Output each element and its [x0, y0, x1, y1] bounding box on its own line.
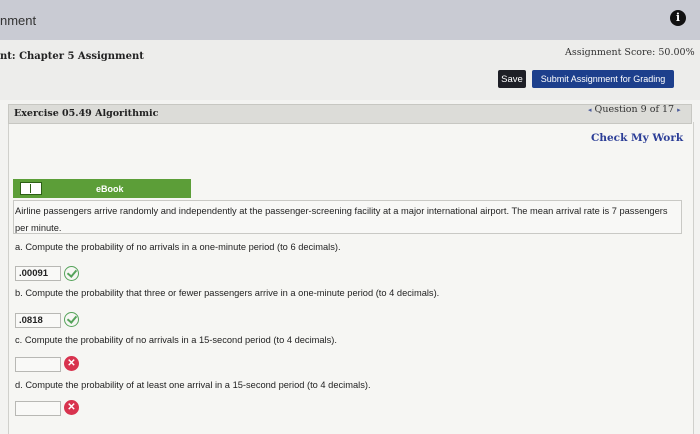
question-counter: Question 9 of 17 — [594, 104, 675, 115]
info-icon[interactable]: i — [670, 10, 686, 26]
x-circle-icon: ✕ — [64, 400, 79, 415]
question-navigation: ◂ Question 9 of 17 ▸ — [588, 104, 681, 115]
check-circle-icon — [64, 266, 79, 281]
book-icon[interactable] — [20, 182, 42, 195]
submit-assignment-button[interactable]: Submit Assignment for Grading — [532, 70, 674, 88]
check-circle-icon — [64, 312, 79, 327]
window-title: nment — [0, 13, 37, 28]
question-d-prompt: d. Compute the probability of at least o… — [15, 380, 371, 390]
question-a-prompt: a. Compute the probability of no arrival… — [15, 242, 341, 252]
exercise-title: Exercise 05.49 Algorithmic — [14, 108, 159, 119]
problem-statement: Airline passengers arrive randomly and i… — [15, 206, 668, 233]
question-c-answer-field[interactable] — [15, 357, 61, 372]
question-a-answer-field[interactable] — [15, 266, 61, 281]
question-d-answer-field[interactable] — [15, 401, 61, 416]
assignment-title: nt: Chapter 5 Assignment — [0, 51, 144, 62]
prev-question-icon[interactable]: ◂ — [588, 106, 592, 114]
check-my-work-link[interactable]: Check My Work — [591, 132, 683, 144]
assignment-score: Assignment Score: 50.00% — [565, 47, 695, 58]
next-question-icon[interactable]: ▸ — [677, 106, 681, 114]
question-c-prompt: c. Compute the probability of no arrival… — [15, 335, 337, 345]
ebook-label[interactable]: eBook — [96, 184, 124, 194]
question-b-prompt: b. Compute the probability that three or… — [15, 288, 440, 298]
top-bar: nment i — [0, 0, 700, 40]
x-circle-icon: ✕ — [64, 356, 79, 371]
question-b-answer-field[interactable] — [15, 313, 61, 328]
save-button[interactable]: Save — [498, 70, 526, 88]
